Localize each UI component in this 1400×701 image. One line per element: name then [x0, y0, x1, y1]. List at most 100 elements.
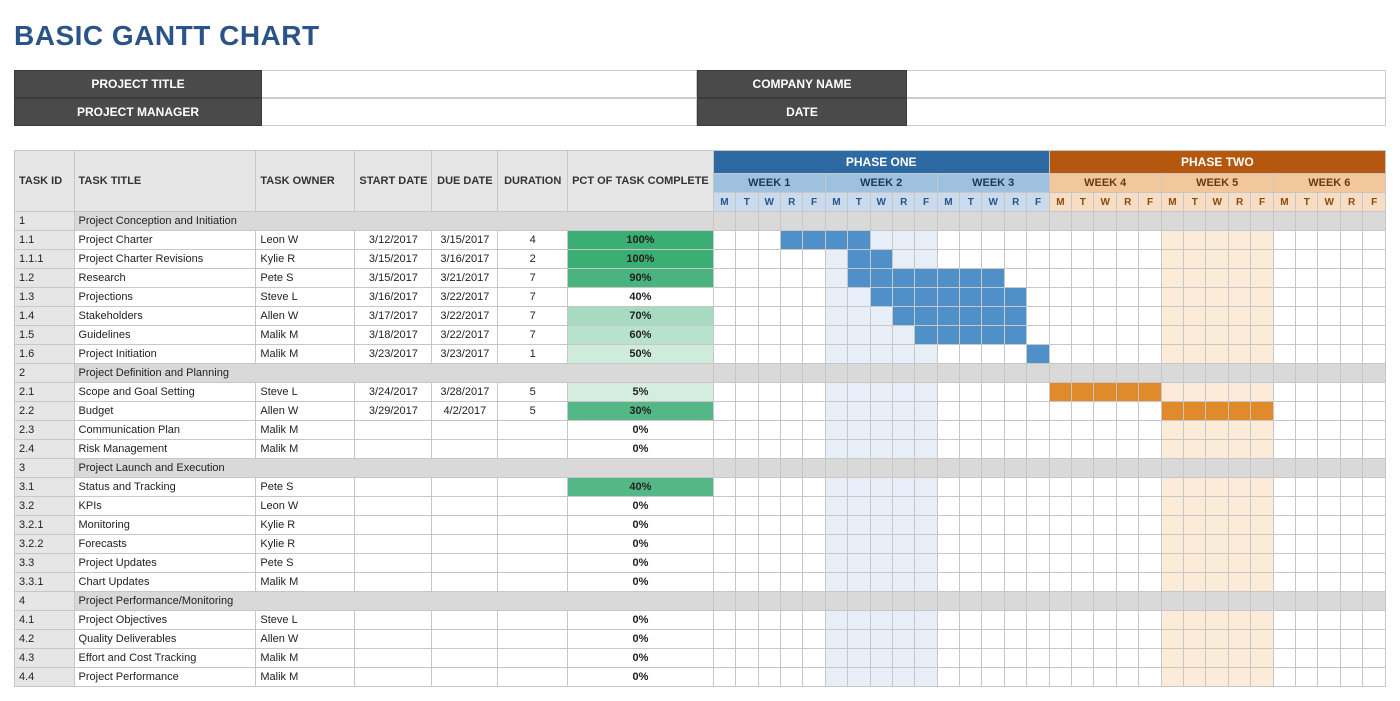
gantt-cell[interactable]: [1228, 402, 1250, 421]
duration-cell[interactable]: [498, 440, 568, 459]
gantt-cell[interactable]: [758, 288, 781, 307]
pct-complete-cell[interactable]: 0%: [568, 649, 714, 668]
gantt-cell[interactable]: [1251, 345, 1273, 364]
gantt-cell[interactable]: [1027, 478, 1049, 497]
gantt-cell[interactable]: [736, 269, 758, 288]
gantt-cell[interactable]: [960, 402, 982, 421]
gantt-cell[interactable]: [1049, 364, 1071, 383]
gantt-cell[interactable]: [937, 421, 959, 440]
duration-cell[interactable]: [498, 630, 568, 649]
gantt-cell[interactable]: [1206, 421, 1229, 440]
gantt-cell[interactable]: [1206, 307, 1229, 326]
gantt-cell[interactable]: [1094, 630, 1117, 649]
gantt-cell[interactable]: [1363, 535, 1386, 554]
gantt-cell[interactable]: [893, 288, 915, 307]
gantt-cell[interactable]: [1184, 649, 1206, 668]
gantt-cell[interactable]: [1027, 459, 1049, 478]
gantt-cell[interactable]: [870, 364, 893, 383]
gantt-cell[interactable]: [1318, 345, 1341, 364]
gantt-cell[interactable]: [758, 383, 781, 402]
gantt-cell[interactable]: [713, 440, 735, 459]
task-id-cell[interactable]: 1.6: [15, 345, 75, 364]
task-owner-cell[interactable]: Allen W: [256, 630, 355, 649]
gantt-cell[interactable]: [758, 212, 781, 231]
gantt-cell[interactable]: [1139, 668, 1161, 687]
gantt-cell[interactable]: [870, 383, 893, 402]
gantt-cell[interactable]: [758, 364, 781, 383]
gantt-cell[interactable]: [870, 212, 893, 231]
task-title-cell[interactable]: Risk Management: [74, 440, 256, 459]
pct-complete-cell[interactable]: 0%: [568, 554, 714, 573]
task-row[interactable]: 1.1Project CharterLeon W3/12/20173/15/20…: [15, 231, 1386, 250]
duration-cell[interactable]: 7: [498, 326, 568, 345]
due-date-cell[interactable]: 3/15/2017: [432, 231, 498, 250]
gantt-cell[interactable]: [1184, 402, 1206, 421]
gantt-cell[interactable]: [1139, 402, 1161, 421]
gantt-cell[interactable]: [1094, 326, 1117, 345]
gantt-cell[interactable]: [1139, 573, 1161, 592]
gantt-cell[interactable]: [960, 212, 982, 231]
gantt-cell[interactable]: [1027, 497, 1049, 516]
gantt-cell[interactable]: [1139, 231, 1161, 250]
gantt-cell[interactable]: [825, 364, 847, 383]
task-id-cell[interactable]: 3.1: [15, 478, 75, 497]
due-date-cell[interactable]: 3/21/2017: [432, 269, 498, 288]
gantt-cell[interactable]: [1005, 459, 1027, 478]
due-date-cell[interactable]: 3/23/2017: [432, 345, 498, 364]
gantt-cell[interactable]: [1116, 364, 1138, 383]
gantt-cell[interactable]: [915, 478, 937, 497]
gantt-cell[interactable]: [825, 459, 847, 478]
start-date-cell[interactable]: [355, 630, 432, 649]
gantt-cell[interactable]: [915, 345, 937, 364]
gantt-cell[interactable]: [960, 592, 982, 611]
gantt-cell[interactable]: [848, 497, 870, 516]
gantt-cell[interactable]: [736, 611, 758, 630]
gantt-cell[interactable]: [848, 288, 870, 307]
gantt-cell[interactable]: [937, 345, 959, 364]
task-id-cell[interactable]: 4: [15, 592, 75, 611]
gantt-cell[interactable]: [713, 250, 735, 269]
gantt-cell[interactable]: [736, 326, 758, 345]
gantt-cell[interactable]: [960, 668, 982, 687]
gantt-cell[interactable]: [1072, 269, 1094, 288]
gantt-cell[interactable]: [1049, 326, 1071, 345]
gantt-cell[interactable]: [960, 345, 982, 364]
gantt-cell[interactable]: [1363, 250, 1386, 269]
gantt-cell[interactable]: [1273, 250, 1295, 269]
gantt-cell[interactable]: [1072, 497, 1094, 516]
gantt-cell[interactable]: [1049, 231, 1071, 250]
gantt-cell[interactable]: [1005, 421, 1027, 440]
pct-complete-cell[interactable]: 0%: [568, 573, 714, 592]
gantt-cell[interactable]: [937, 516, 959, 535]
gantt-cell[interactable]: [803, 478, 825, 497]
gantt-cell[interactable]: [781, 649, 803, 668]
gantt-cell[interactable]: [1340, 516, 1362, 535]
gantt-cell[interactable]: [1318, 649, 1341, 668]
gantt-cell[interactable]: [848, 630, 870, 649]
gantt-cell[interactable]: [1273, 554, 1295, 573]
gantt-cell[interactable]: [713, 345, 735, 364]
gantt-cell[interactable]: [803, 592, 825, 611]
gantt-cell[interactable]: [1049, 288, 1071, 307]
duration-cell[interactable]: [498, 573, 568, 592]
gantt-cell[interactable]: [736, 440, 758, 459]
start-date-cell[interactable]: 3/17/2017: [355, 307, 432, 326]
gantt-cell[interactable]: [1296, 402, 1318, 421]
gantt-cell[interactable]: [1296, 326, 1318, 345]
gantt-cell[interactable]: [1072, 231, 1094, 250]
gantt-cell[interactable]: [758, 516, 781, 535]
gantt-cell[interactable]: [1340, 345, 1362, 364]
gantt-cell[interactable]: [781, 402, 803, 421]
gantt-cell[interactable]: [1251, 516, 1273, 535]
pct-complete-cell[interactable]: 70%: [568, 307, 714, 326]
task-id-cell[interactable]: 3.3.1: [15, 573, 75, 592]
gantt-cell[interactable]: [1161, 440, 1183, 459]
gantt-cell[interactable]: [1049, 535, 1071, 554]
pct-complete-cell[interactable]: 60%: [568, 326, 714, 345]
gantt-cell[interactable]: [1251, 326, 1273, 345]
gantt-cell[interactable]: [960, 383, 982, 402]
gantt-cell[interactable]: [937, 611, 959, 630]
gantt-cell[interactable]: [1273, 326, 1295, 345]
gantt-cell[interactable]: [1116, 611, 1138, 630]
gantt-cell[interactable]: [848, 364, 870, 383]
